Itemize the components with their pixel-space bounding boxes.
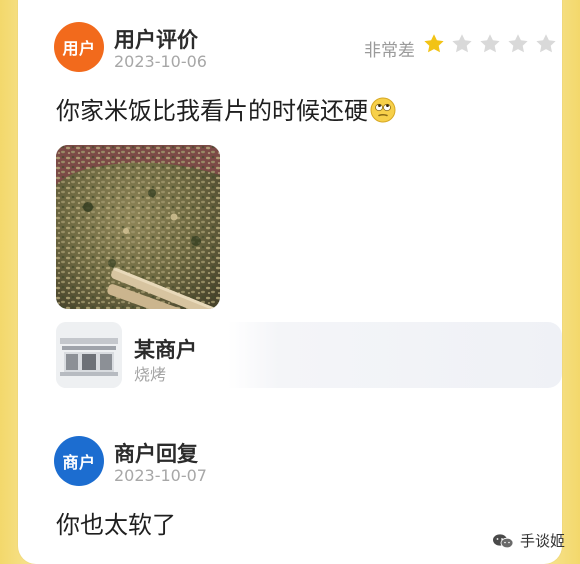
rolling-eyes-emoji-icon bbox=[370, 97, 396, 123]
wechat-logo-icon bbox=[493, 533, 514, 548]
review-comment-text: 你家米饭比我看片的时候还硬 bbox=[56, 97, 368, 125]
merchant-category: 烧烤 bbox=[134, 365, 167, 384]
star-icon-filled bbox=[424, 34, 444, 53]
review-photo[interactable] bbox=[56, 145, 220, 309]
star-rating bbox=[422, 32, 558, 56]
star-icon-empty bbox=[536, 34, 556, 53]
rating-label: 非常差 bbox=[364, 41, 415, 61]
merchant-thumbnail bbox=[56, 322, 122, 388]
merchant-avatar[interactable]: 商户 bbox=[54, 436, 104, 486]
star-icon-empty bbox=[452, 34, 472, 53]
review-date: 2023-10-06 bbox=[114, 52, 207, 71]
reply-title: 商户回复 bbox=[114, 442, 198, 466]
merchant-name: 某商户 bbox=[134, 338, 197, 362]
reply-date: 2023-10-07 bbox=[114, 466, 207, 485]
star-icon-empty bbox=[508, 34, 528, 53]
user-avatar[interactable]: 用户 bbox=[54, 22, 104, 72]
storefront-icon bbox=[56, 322, 122, 388]
watermark-text: 手谈姬 bbox=[520, 532, 566, 550]
fried-rice-photo bbox=[56, 145, 220, 309]
review-card: 用户 用户评价 2023-10-06 非常差 你家米饭比我看片的时候还硬 某商户… bbox=[18, 0, 562, 564]
wechat-watermark: 手谈姬 bbox=[492, 530, 565, 551]
user-avatar-label: 用户 bbox=[62, 39, 96, 58]
merchant-card[interactable]: 某商户 烧烤 bbox=[56, 322, 562, 388]
merchant-avatar-label: 商户 bbox=[62, 453, 96, 472]
reply-comment: 你也太软了 bbox=[56, 511, 176, 539]
star-icon-empty bbox=[480, 34, 500, 53]
review-comment: 你家米饭比我看片的时候还硬 bbox=[56, 91, 396, 126]
review-title: 用户评价 bbox=[114, 28, 198, 52]
